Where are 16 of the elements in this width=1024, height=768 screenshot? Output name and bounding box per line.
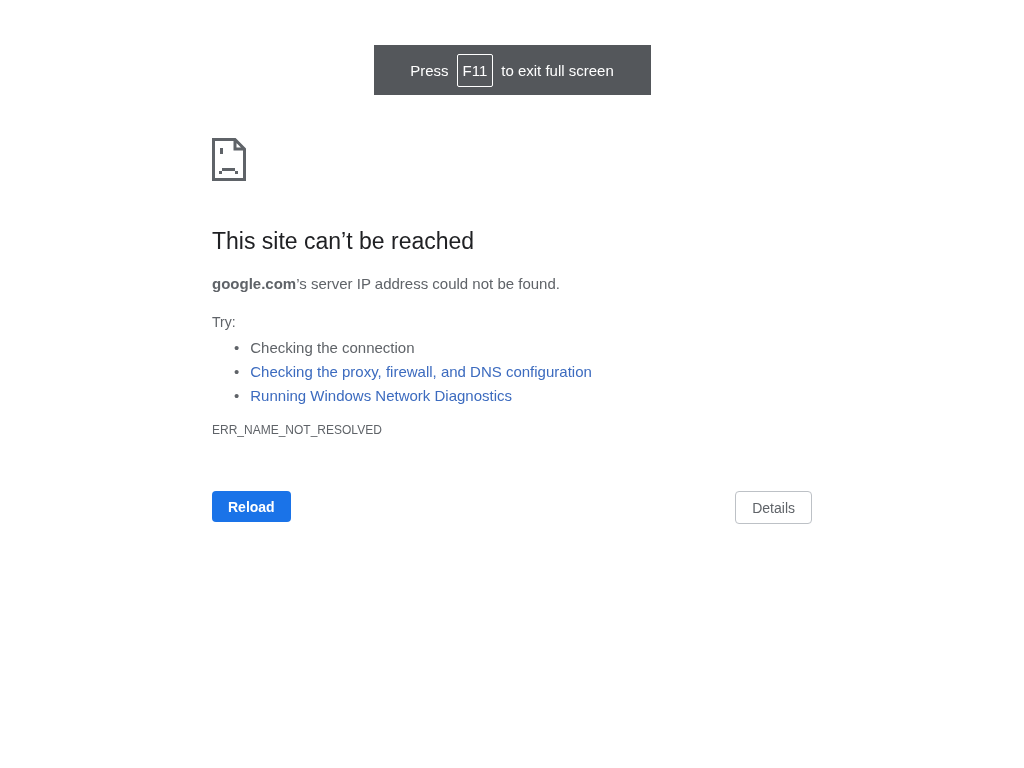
error-heading: This site can’t be reached xyxy=(212,228,475,255)
sad-page-icon xyxy=(212,138,246,181)
bullet-mark: • xyxy=(234,362,240,382)
banner-text: Press xyxy=(410,61,449,79)
details-button[interactable]: Details xyxy=(735,491,812,524)
try-label: Try: xyxy=(212,314,236,330)
suggestion-link[interactable]: Checking the proxy, firewall, and DNS configuration xyxy=(250,360,592,384)
error-summary: google.com’s server IP address could not be found. xyxy=(212,275,560,292)
key-label: F11 xyxy=(456,53,494,87)
banner-text: to exit full screen xyxy=(501,61,614,79)
suggestion-link[interactable]: Running Windows Network Diagnostics xyxy=(250,384,513,408)
bullet-mark: • xyxy=(234,386,240,406)
bullet-mark: • xyxy=(234,338,240,358)
suggestion-text: Checking the connection xyxy=(250,338,415,358)
reload-button[interactable]: Reload xyxy=(212,491,291,522)
error-code: ERR_NAME_NOT_RESOLVED xyxy=(212,423,382,437)
